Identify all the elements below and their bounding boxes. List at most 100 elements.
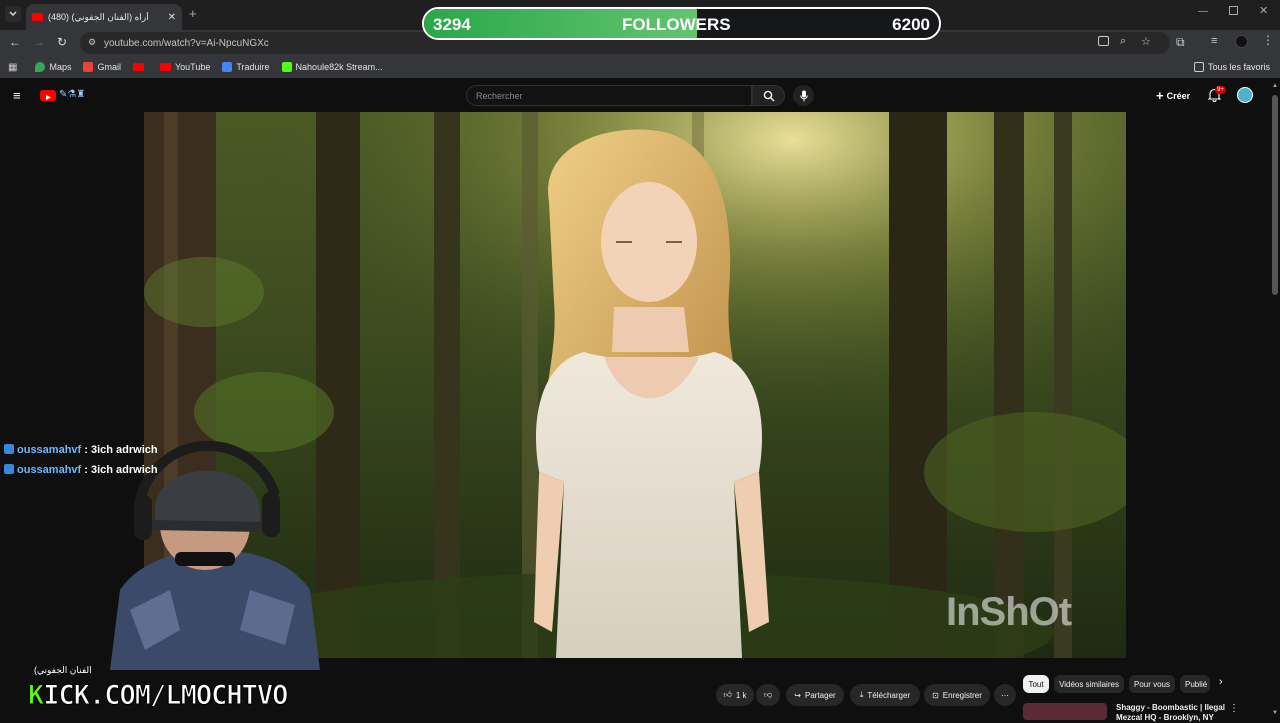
notifications-button[interactable]: 9+	[1207, 86, 1226, 102]
next-video-title-line: Shaggy - Boombastic | Ilegal	[1116, 703, 1225, 712]
search-input[interactable]: Rechercher	[466, 85, 752, 106]
bookmark-kick-stream[interactable]: Nahoule82k Stream...	[281, 62, 383, 72]
folder-icon	[1193, 62, 1204, 72]
profile-avatar[interactable]	[1235, 35, 1248, 48]
bookmark-star-icon[interactable]: ☆	[1141, 35, 1151, 48]
chip-for-you[interactable]: Pour vous	[1129, 675, 1175, 693]
voice-search-button[interactable]	[793, 85, 814, 106]
download-button[interactable]: ⤓ Télécharger	[850, 684, 920, 706]
plus-icon: +	[1156, 88, 1164, 103]
youtube-favicon-icon	[32, 13, 43, 21]
followers-current: 3294	[433, 15, 471, 34]
like-count: 1 k	[735, 690, 747, 700]
chip-label: Pour vous	[1133, 679, 1171, 689]
hamburger-menu-icon[interactable]: ≡	[13, 88, 21, 103]
next-video-thumbnail[interactable]	[1023, 703, 1107, 720]
youtube-logo[interactable]	[40, 90, 56, 101]
apps-grid-icon[interactable]: ▦	[8, 62, 17, 73]
kick-k-letter: K	[27, 680, 44, 712]
chat-message: oussamahvf : 3ich adrwich	[4, 444, 158, 456]
chip-similar[interactable]: Vidéos similaires	[1054, 675, 1124, 693]
inshot-watermark: InShOt	[946, 590, 1072, 634]
chip-published[interactable]: Publié	[1180, 675, 1210, 693]
site-info-icon[interactable]: ⚙	[88, 37, 96, 48]
bookmarks-bar: ▦ Maps Gmail YouTube Traduire Nahoule82k…	[0, 56, 1280, 78]
chip-label: Publié	[1185, 679, 1208, 689]
browser-tab-active[interactable]: (480) أراه (الفنان الجفوني) ✕	[26, 4, 182, 30]
create-button[interactable]: + Créer	[1156, 88, 1190, 103]
youtube-icon	[132, 63, 144, 71]
bookmark-label: YouTube	[174, 62, 211, 72]
scrollbar-thumb[interactable]	[1272, 95, 1278, 295]
dislike-button[interactable]: 👎︎	[756, 684, 780, 706]
forward-arrow-icon[interactable]: →	[33, 35, 45, 49]
tab-search-button[interactable]	[5, 6, 21, 22]
scroll-down-arrow-icon[interactable]: ▼	[1272, 710, 1278, 716]
install-app-icon[interactable]	[1098, 36, 1109, 46]
bookmark-icon: ⊡	[932, 690, 939, 700]
youtube-doodle-icons: ✎⚗♜	[59, 89, 86, 100]
close-window-button[interactable]: ✕	[1259, 4, 1268, 17]
zoom-icon[interactable]: ⌕	[1120, 35, 1126, 48]
search-button[interactable]	[752, 85, 785, 106]
next-video-title-line: Mezcal HQ - Brooklyn, NY	[1116, 713, 1214, 722]
chat-platform-icon	[4, 444, 14, 454]
save-label: Enregistrer	[942, 690, 982, 700]
chat-text: : 3ich adrwich	[84, 464, 158, 476]
download-label: Télécharger	[867, 690, 911, 700]
browser-menu-icon[interactable]: ⋮	[1262, 33, 1274, 47]
chat-platform-icon	[4, 464, 14, 474]
followers-goal-bar: 3294 FOLLOWERS 6200	[422, 7, 941, 40]
account-avatar[interactable]	[1237, 87, 1253, 103]
bookmark-youtube-icon-only[interactable]	[132, 63, 148, 71]
reload-icon[interactable]: ↻	[57, 35, 67, 49]
like-button[interactable]: 👍︎ 1 k	[716, 684, 754, 706]
chat-username: oussamahvf	[17, 444, 82, 456]
extensions-icon[interactable]: ⧉	[1176, 35, 1185, 50]
bookmark-label: Traduire	[236, 62, 270, 72]
tab-close-icon[interactable]: ✕	[168, 12, 176, 23]
microphone-icon	[799, 90, 808, 101]
maximize-button[interactable]	[1229, 6, 1238, 15]
followers-label: FOLLOWERS	[622, 15, 731, 34]
streamer-name-arabic: (الفنان الجفوني	[34, 665, 92, 675]
bookmark-traduire[interactable]: Traduire	[222, 62, 270, 72]
chat-message: oussamahvf : 3ich adrwich	[4, 464, 158, 476]
notification-badge: 9+	[1215, 86, 1226, 94]
bookmark-maps[interactable]: Maps	[35, 62, 71, 72]
chips-next-arrow-icon[interactable]: ›	[1219, 676, 1223, 688]
chip-all[interactable]: Tout	[1023, 675, 1049, 693]
save-button[interactable]: ⊡ Enregistrer	[924, 684, 990, 706]
translate-icon	[222, 62, 233, 72]
share-arrow-icon: ↪	[794, 690, 801, 700]
bookmark-label: Nahoule82k Stream...	[295, 62, 383, 72]
kick-icon	[281, 62, 292, 72]
bookmark-youtube[interactable]: YouTube	[159, 62, 211, 72]
chat-text: : 3ich adrwich	[84, 444, 158, 456]
more-actions-button[interactable]: ⋯	[994, 684, 1016, 706]
tab-title: (480) أراه (الفنان الجفوني)	[48, 11, 149, 22]
address-text: youtube.com/watch?v=Ai-NpcuNGXc	[104, 37, 269, 49]
scroll-up-arrow-icon[interactable]: ▲	[1272, 83, 1278, 89]
next-video-title[interactable]: Shaggy - Boombastic | Ilegal Mezcal HQ -…	[1116, 703, 1226, 723]
next-video-menu-icon[interactable]: ⋮	[1229, 703, 1239, 714]
kick-url-text: ICK.COM/LMOCHTVO	[43, 680, 289, 712]
bookmark-label: Gmail	[97, 62, 121, 72]
maps-pin-icon	[35, 62, 46, 72]
play-icon	[46, 95, 51, 100]
back-arrow-icon[interactable]: ←	[9, 35, 21, 49]
all-bookmarks[interactable]: Tous les favoris	[1193, 62, 1270, 72]
chip-label: Tout	[1028, 679, 1044, 689]
share-button[interactable]: ↪ Partager	[786, 684, 844, 706]
search-icon	[763, 90, 774, 101]
gmail-icon	[83, 62, 94, 72]
media-controls-icon[interactable]: ≡	[1211, 35, 1217, 47]
chip-label: Vidéos similaires	[1059, 679, 1119, 689]
chat-username: oussamahvf	[17, 464, 82, 476]
share-label: Partager	[805, 690, 836, 700]
more-horizontal-icon: ⋯	[1001, 690, 1009, 700]
all-bookmarks-label: Tous les favoris	[1207, 62, 1270, 72]
new-tab-button[interactable]: +	[189, 6, 197, 21]
bookmark-gmail[interactable]: Gmail	[83, 62, 121, 72]
minimize-button[interactable]: —	[1198, 6, 1208, 17]
